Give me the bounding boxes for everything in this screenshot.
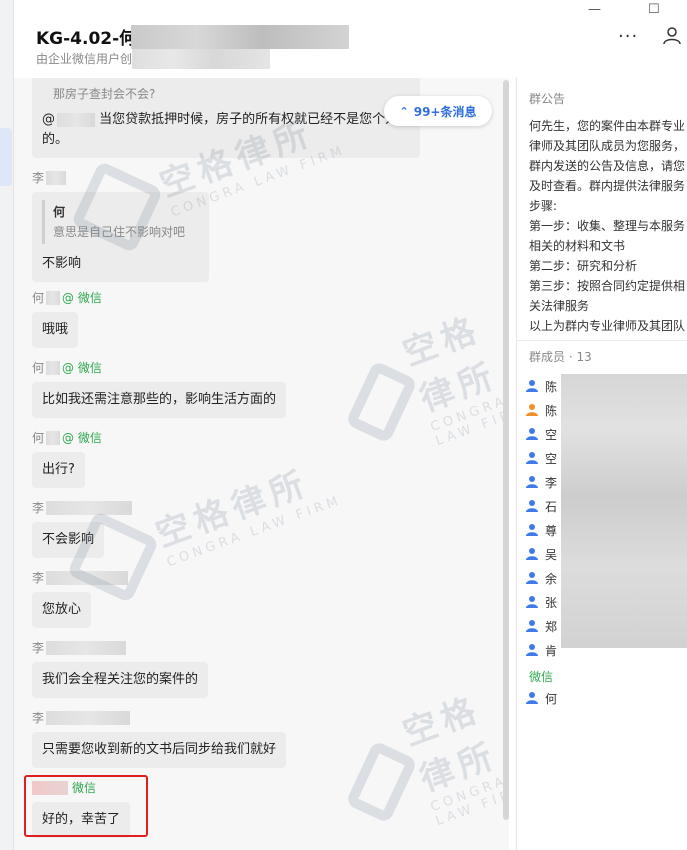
sender-name: 李 — [32, 710, 286, 726]
message-7: 李 我们会全程关注您的案件的 — [32, 640, 209, 698]
member-list: 陈 陈 空 空 李 石 尊 吴 余 张 郑 肯 — [525, 374, 557, 662]
notice-heading: 群公告 — [529, 92, 566, 106]
chat-header: KG-4.02-何 由企业微信用户创 — ☐ — [14, 0, 687, 78]
message-text: 当您贷款抵押时候，房子的所有权就已经不是您个人的。 — [42, 112, 399, 147]
member-item[interactable]: 余 — [525, 566, 557, 590]
wechat-source: @ 微信 — [62, 361, 102, 375]
sender-name: 李 — [32, 640, 208, 656]
subtitle-redaction — [132, 49, 270, 69]
user-icon — [526, 452, 538, 464]
user-icon — [526, 572, 538, 584]
wechat-source: @ 微信 — [62, 291, 102, 305]
member-item[interactable]: 肯 — [525, 638, 557, 662]
title-redaction — [131, 25, 349, 49]
message-0: 那房子查封会不会? @ 当您贷款抵押时候，房子的所有权就已经不是您个人的。 — [32, 78, 420, 158]
user-icon — [526, 524, 538, 536]
panel-divider — [517, 340, 687, 341]
message-bubble[interactable]: 您放心 — [32, 592, 92, 628]
wechat-member-item[interactable]: 何 — [525, 686, 557, 710]
message-bubble[interactable]: 只需要您收到新的文书后同步给我们就好 — [32, 732, 287, 768]
chat-subtitle: 由企业微信用户创 — [36, 52, 133, 66]
watermark: 空格律所 CONGRA LAW FIRM — [337, 294, 509, 471]
group-info-panel: 群公告 何先生，您的案件由本群专业 律师及其团队成员为您服务， 群内发送的公告及信息… — [516, 78, 687, 850]
sender-name: 何 @ 微信 — [32, 361, 102, 375]
watermark: 空格律所 CONGRA LAW FIRM — [337, 674, 509, 850]
rail-active-indicator[interactable] — [0, 128, 12, 186]
watermark-logo-icon — [344, 740, 418, 824]
user-icon — [526, 548, 538, 560]
watermark-logo-icon — [344, 360, 418, 444]
message-bubble[interactable]: 比如我还需注意那些的，影响生活方面的 — [32, 382, 287, 418]
sender-name: 李 — [32, 500, 133, 516]
user-icon — [526, 500, 538, 512]
member-item[interactable]: 陈 — [525, 398, 557, 422]
member-item[interactable]: 石 — [525, 494, 557, 518]
message-bubble[interactable]: 我们会全程关注您的案件的 — [32, 662, 209, 698]
sender-name: 李 — [32, 170, 209, 186]
scrollbar-thumb[interactable] — [503, 80, 509, 820]
user-icon — [526, 476, 538, 488]
message-bubble[interactable]: 不会影响 — [32, 522, 105, 558]
user-icon — [526, 620, 538, 632]
message-bubble[interactable]: 那房子查封会不会? @ 当您贷款抵押时候，房子的所有权就已经不是您个人的。 — [32, 78, 420, 158]
quoted-sender: 何 — [53, 205, 66, 219]
quoted-text: 那房子查封会不会? — [53, 87, 156, 101]
new-messages-label: 99+条消息 — [413, 104, 477, 119]
wechat-members-heading: 微信 — [529, 670, 554, 684]
message-4: 何 @ 微信 出行? — [32, 430, 102, 488]
user-icon — [526, 380, 538, 392]
member-item[interactable]: 空 — [525, 422, 557, 446]
message-bubble[interactable]: 出行? — [32, 452, 85, 488]
message-1: 李 何 意思是自己住不影响对吧 不影响 — [32, 170, 209, 282]
left-rail — [0, 0, 14, 850]
chat-scrollbar[interactable] — [503, 80, 511, 820]
mention-redaction — [57, 112, 95, 127]
message-text: 不影响 — [42, 256, 82, 271]
group-notice[interactable]: 何先生，您的案件由本群专业 律师及其团队成员为您服务， 群内发送的公告及信息，请您及… — [529, 116, 687, 336]
mention-prefix: @ — [42, 112, 55, 127]
group-members-icon[interactable] — [662, 25, 682, 45]
message-3: 何 @ 微信 比如我还需注意那些的，影响生活方面的 — [32, 360, 287, 418]
chevron-up-icon: ⌃ — [399, 104, 409, 118]
user-icon — [526, 428, 538, 440]
user-icon — [526, 692, 538, 704]
sender-name: 何 @ 微信 — [32, 431, 102, 445]
member-item[interactable]: 李 — [525, 470, 557, 494]
message-bubble[interactable]: 何 意思是自己住不影响对吧 不影响 — [32, 192, 209, 282]
sender-name: 何 @ 微信 — [32, 291, 102, 305]
members-heading[interactable]: 群成员 · 13 — [529, 348, 592, 365]
message-5: 李 不会影响 — [32, 500, 133, 558]
member-item[interactable]: 张 — [525, 590, 557, 614]
new-messages-button[interactable]: ⌃ 99+条消息 — [384, 96, 492, 126]
user-icon — [526, 644, 538, 656]
sender-name: 李 — [32, 570, 129, 586]
user-icon — [526, 596, 538, 608]
chat-title: KG-4.02-何 — [36, 29, 137, 49]
maximize-button[interactable]: ☐ — [648, 2, 660, 17]
members-redaction — [561, 374, 687, 648]
highlight-box — [24, 775, 148, 837]
quoted-text: 意思是自己住不影响对吧 — [53, 225, 186, 239]
member-item[interactable]: 尊 — [525, 518, 557, 542]
user-icon — [526, 404, 538, 416]
member-item[interactable]: 郑 — [525, 614, 557, 638]
more-options-icon[interactable]: ··· — [618, 26, 638, 47]
member-item[interactable]: 空 — [525, 446, 557, 470]
message-2: 何 @ 微信 哦哦 — [32, 290, 102, 348]
member-item[interactable]: 吴 — [525, 542, 557, 566]
member-item[interactable]: 陈 — [525, 374, 557, 398]
message-6: 李 您放心 — [32, 570, 129, 628]
quote-box: 何 意思是自己住不影响对吧 — [42, 200, 199, 244]
message-bubble[interactable]: 哦哦 — [32, 312, 79, 348]
message-8: 李 只需要您收到新的文书后同步给我们就好 — [32, 710, 287, 768]
wechat-source: @ 微信 — [62, 431, 102, 445]
minimize-button[interactable]: — — [588, 2, 601, 17]
chat-message-area[interactable]: 那房子查封会不会? @ 当您贷款抵押时候，房子的所有权就已经不是您个人的。 李 … — [14, 78, 509, 850]
